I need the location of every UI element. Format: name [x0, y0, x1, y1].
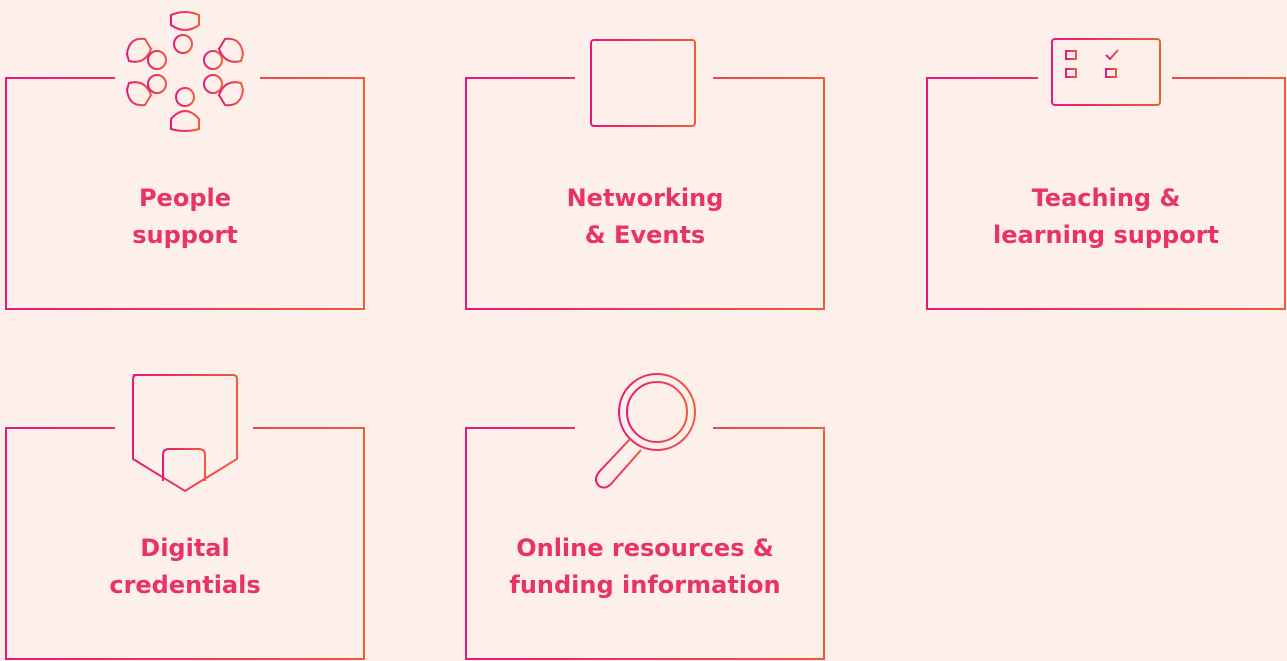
- card-online-resources: Online resources & funding information: [465, 373, 825, 660]
- monitor-checklist-icon: [1051, 38, 1161, 118]
- label-line-1: Teaching &: [1031, 184, 1181, 212]
- card-label: People support: [5, 180, 365, 254]
- label-line-2: funding information: [509, 571, 781, 599]
- label-line-2: & Events: [584, 221, 706, 249]
- label-line-1: Online resources &: [516, 534, 774, 562]
- card-digital-credentials: Digital credentials: [5, 374, 365, 660]
- card-networking-events: Networking & Events: [465, 33, 825, 310]
- people-group-icon: [125, 11, 245, 132]
- label-line-1: Networking: [566, 184, 724, 212]
- card-teaching-learning: Teaching & learning support: [926, 38, 1286, 310]
- label-line-1: Digital: [140, 534, 230, 562]
- card-label: Digital credentials: [5, 530, 365, 604]
- magnifying-glass-icon: [595, 373, 696, 489]
- card-people-support: People support: [5, 11, 365, 310]
- label-line-1: People: [138, 184, 232, 212]
- card-label: Teaching & learning support: [926, 180, 1286, 254]
- label-line-2: learning support: [993, 221, 1219, 249]
- label-line-2: support: [132, 221, 238, 249]
- label-line-2: credentials: [109, 571, 261, 599]
- card-label: Networking & Events: [465, 180, 825, 254]
- calendar-icon: [590, 33, 696, 127]
- card-label: Online resources & funding information: [465, 530, 825, 604]
- badge-credential-icon: [132, 374, 238, 493]
